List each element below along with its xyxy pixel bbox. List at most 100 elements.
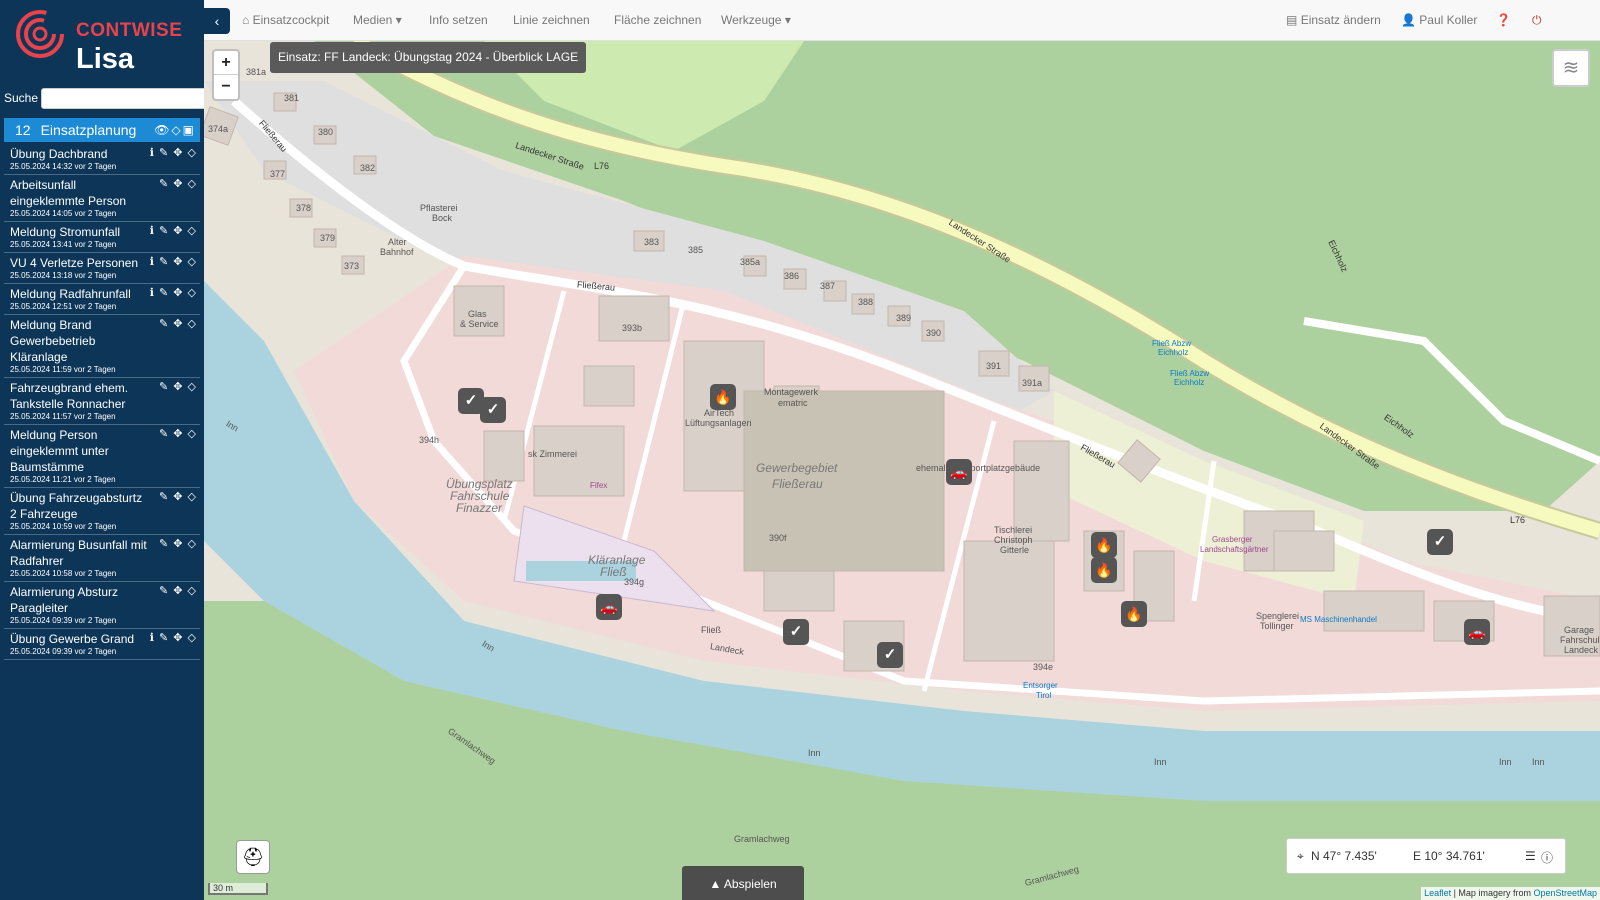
nav-linie-zeichnen[interactable]: Linie zeichnen (513, 13, 590, 27)
map-label-n377: 377 (270, 169, 286, 179)
event-tools[interactable]: ℹ ✎ ✥ ◇ (150, 286, 197, 299)
app-name: Lisa (76, 43, 135, 75)
list-icon[interactable]: ☰ (1525, 849, 1536, 863)
car-marker[interactable]: 🚗 (596, 594, 622, 620)
sidebar-collapse-button[interactable]: ‹ (204, 8, 230, 34)
map-label-garage2: Fahrschule (1560, 635, 1600, 645)
map-label-n380: 380 (318, 127, 334, 137)
osm-link[interactable]: OpenStreetMap (1533, 888, 1597, 898)
event-item[interactable]: Meldung Radfahrunfall 25.05.2024 12:51 vo… (4, 284, 200, 315)
group-einsatzplanung[interactable]: 12 Einsatzplanung 👁◇▣ (4, 118, 200, 142)
event-tools[interactable]: ✎ ✥ ◇ (159, 584, 197, 597)
event-item[interactable]: Meldung Brand Gewerbebetrieb Kläranlage 2… (4, 315, 200, 378)
event-date: 25.05.2024 11:21 vor 2 Tagen (10, 475, 116, 484)
event-tools[interactable]: ✎ ✥ ◇ (159, 317, 197, 330)
search-label: Suche (4, 91, 39, 105)
nav-flaeche-zeichnen[interactable]: Fläche zeichnen (614, 13, 701, 27)
map-view[interactable]: Landecker Straße L76 Landecker Straße Lande… (204, 41, 1600, 900)
fire-marker[interactable]: 🔥 (710, 384, 736, 410)
zoom-control: + − (212, 49, 240, 101)
event-date: 25.05.2024 09:39 vor 2 Tagen (10, 647, 117, 656)
event-item[interactable]: Übung Gewerbe Grand 25.05.2024 09:39 vor … (4, 629, 200, 660)
nav-user[interactable]: 👤 Paul Koller (1401, 13, 1477, 27)
map-label-n391a: 391a (1022, 378, 1043, 388)
fire-marker[interactable]: 🔥 (1121, 601, 1147, 627)
event-date: 25.05.2024 10:59 vor 2 Tagen (10, 522, 117, 531)
nav-einsatzcockpit[interactable]: ⌂ Einsatzcockpit (242, 13, 329, 27)
event-date: 25.05.2024 14:05 vor 2 Tagen (10, 209, 117, 218)
map-label-n385a: 385a (740, 257, 761, 267)
leaflet-link[interactable]: Leaflet (1424, 888, 1451, 898)
check-marker[interactable]: ✓ (1427, 529, 1453, 555)
layers-icon: ≋ (1562, 57, 1580, 79)
fire-marker[interactable]: 🔥 (1091, 557, 1117, 583)
event-tools[interactable]: ✎ ✥ ◇ (159, 177, 197, 190)
help-icon[interactable]: ❓ (1496, 13, 1511, 27)
event-tools[interactable]: ✎ ✥ ◇ (159, 380, 197, 393)
play-label: Abspielen (723, 877, 777, 891)
map-label-n381: 381 (284, 93, 300, 103)
zoom-in-button[interactable]: + (214, 51, 238, 75)
search-input[interactable] (41, 87, 221, 109)
map-label-uebung3: Finazzer (456, 501, 503, 515)
zoom-out-button[interactable]: − (214, 75, 238, 99)
event-item[interactable]: VU 4 Verletze Personen 25.05.2024 13:18 v… (4, 253, 200, 284)
map-label-n382: 382 (360, 163, 376, 173)
event-item[interactable]: Meldung Stromunfall 25.05.2024 13:41 vor … (4, 222, 200, 253)
map-label-alter: Alter (388, 237, 407, 247)
map-label-bus1: Fließ Abzw (1152, 339, 1192, 348)
event-tools[interactable]: ✎ ✥ ◇ (159, 537, 197, 550)
event-item[interactable]: Übung Dachbrand 25.05.2024 14:32 vor 2 Ta… (4, 144, 200, 175)
home-icon: ⌂ (242, 13, 250, 27)
nav-info-setzen[interactable]: Info setzen (429, 13, 488, 27)
fire-marker[interactable]: 🔥 (1091, 532, 1117, 558)
map-label-ms: MS Maschinenhandel (1300, 615, 1377, 624)
event-tools[interactable]: ✎ ✥ ◇ (159, 490, 197, 503)
event-title: Fahrzeugbrand ehem. Tankstelle Ronnacher (10, 381, 129, 411)
event-item[interactable]: Übung Fahrzeugabsturtz 2 Fahrzeuge 25.05.… (4, 488, 200, 535)
map-label-tischlerei3: Gitterle (1000, 545, 1030, 555)
map-label-entsorger2: Tirol (1036, 691, 1052, 700)
map-label-n385: 385 (688, 245, 704, 255)
group-tools[interactable]: 👁◇▣ (154, 123, 196, 137)
map-label-inn5: Inn (1499, 757, 1512, 767)
map-label-fliess-small: Fließ (701, 625, 721, 635)
check-marker[interactable]: ✓ (480, 397, 506, 423)
event-tools[interactable]: ℹ ✎ ✥ ◇ (150, 255, 197, 268)
map-label-l76b: L76 (1510, 515, 1526, 525)
event-tools[interactable]: ℹ ✎ ✥ ◇ (150, 146, 197, 159)
check-marker[interactable]: ✓ (783, 619, 809, 645)
scale-bar: 30 m (208, 883, 268, 895)
nav-werkzeuge[interactable]: Werkzeuge ▾ (721, 13, 791, 27)
top-navbar: ‹ ⌂ Einsatzcockpit Medien ▾ Info setzen … (204, 0, 1600, 41)
event-item[interactable]: Meldung Person eingeklemmt unter Baumstä… (4, 425, 200, 488)
event-item[interactable]: Alarmierung Absturz Paragleiter 25.05.202… (4, 582, 200, 629)
map-label-inn6: Inn (1532, 757, 1545, 767)
fire-brigade-logo[interactable]: ⛑ (236, 840, 270, 874)
helmet-icon: ⛑ (241, 847, 265, 867)
car-marker[interactable]: 🚗 (946, 459, 972, 485)
event-tools[interactable]: ℹ ✎ ✥ ◇ (150, 631, 197, 644)
event-title: VU 4 Verletze Personen (10, 256, 139, 270)
power-icon[interactable]: ⏻ (1532, 13, 1542, 28)
map-label-klaer2: Fließ (600, 565, 627, 579)
check-marker[interactable]: ✓ (877, 642, 903, 668)
event-item[interactable]: Fahrzeugbrand ehem. Tankstelle Ronnacher… (4, 378, 200, 425)
car-marker[interactable]: 🚗 (1464, 619, 1490, 645)
event-tools[interactable]: ✎ ✥ ◇ (159, 427, 197, 440)
nav-medien[interactable]: Medien ▾ (353, 13, 402, 27)
event-title: Übung Gewerbe Grand (10, 632, 135, 646)
layers-button[interactable]: ≋ (1552, 49, 1590, 87)
event-title: Meldung Stromunfall (10, 225, 121, 239)
map-label-n374a: 374a (208, 124, 229, 134)
event-item[interactable]: Arbeitsunfall eingeklemmte Person 25.05.2… (4, 175, 200, 222)
map-label-n394g: 394g (624, 577, 645, 587)
info-icon[interactable]: ⓘ (1541, 849, 1553, 866)
nav-einsatz-aendern[interactable]: ▤ Einsatz ändern (1286, 13, 1381, 27)
event-item[interactable]: Alarmierung Busunfall mit Radfahrer 25.05… (4, 535, 200, 582)
event-tools[interactable]: ℹ ✎ ✥ ◇ (150, 224, 197, 237)
caret-down-icon: ▾ (784, 13, 791, 27)
play-button[interactable]: ▲ Abspielen (682, 866, 804, 900)
map-label-tischlerei1: Tischlerei (994, 525, 1033, 535)
map-label-n391: 391 (986, 361, 1002, 371)
